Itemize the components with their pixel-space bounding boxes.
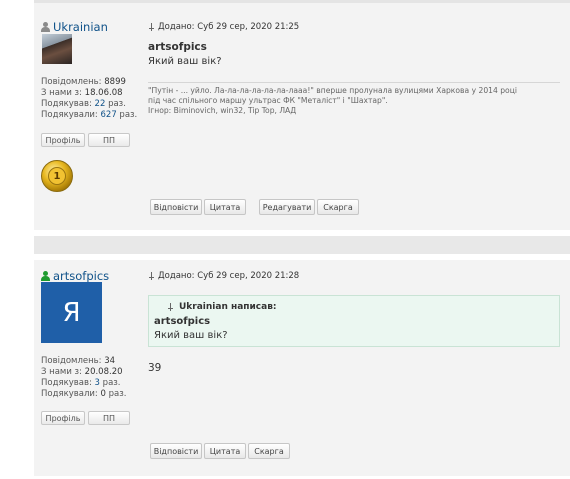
post-text: Який ваш вік? [148, 56, 222, 67]
profile-button[interactable]: Профіль [41, 133, 85, 147]
posts-label: Повідомлень: [41, 356, 102, 366]
joined-label: З нами з: [41, 367, 82, 377]
quote-text: Який ваш вік? [154, 330, 228, 341]
user-offline-icon [41, 22, 50, 32]
post-info: Додано: Суб 29 сер, 2020 21:28 [148, 271, 299, 281]
was-thanked-label: Подякували: [41, 110, 98, 120]
thanked-suffix: раз. [105, 99, 126, 109]
edit-button[interactable]: Редагувати [259, 199, 315, 215]
post-author[interactable]: artsofpics [41, 269, 109, 283]
avatar[interactable] [42, 34, 72, 64]
pm-button[interactable]: ПП [88, 133, 130, 147]
thanked-count-link[interactable]: 22 [95, 99, 106, 109]
signature-line: "Путін - ... уйло. Ла-ла-ла-ла-ла-ла-лаа… [148, 86, 517, 95]
joined-date: 18.06.08 [84, 88, 123, 98]
quote-button[interactable]: Цитата [204, 443, 246, 459]
author-stats: Повідомлень: 8899 З нами з: 18.06.08 Под… [41, 77, 137, 121]
report-button[interactable]: Скарга [317, 199, 359, 215]
author-stats: Повідомлень: 34 З нами з: 20.08.20 Подяк… [41, 356, 126, 400]
quote-source-icon[interactable] [167, 303, 174, 311]
posts-label: Повідомлень: [41, 77, 102, 87]
author-name[interactable]: artsofpics [53, 269, 109, 283]
author-name[interactable]: Ukrainian [53, 20, 108, 34]
pm-button[interactable]: ПП [88, 411, 130, 425]
posts-count: 34 [104, 356, 116, 366]
post-2: artsofpics Я Повідомлень: 34 З нами з: 2… [34, 260, 570, 476]
joined-label: З нами з: [41, 88, 82, 98]
post-divider [34, 0, 570, 3]
medal-icon: 1 [41, 160, 73, 192]
ignore-list: Ігнор: Biminovich, win32, Tip Top, ЛАД [148, 106, 297, 115]
user-online-icon [41, 271, 50, 281]
post-date: Додано: Суб 29 сер, 2020 21:25 [158, 22, 300, 32]
post-author[interactable]: Ukrainian [41, 20, 108, 34]
thanked-suffix: раз. [99, 378, 121, 388]
post-link-icon[interactable] [148, 23, 155, 31]
quote-title: artsofpics [154, 316, 211, 327]
post-info: Додано: Суб 29 сер, 2020 21:25 [148, 22, 299, 32]
post-separator [34, 236, 570, 254]
quote-block: Ukrainian написав: artsofpics Який ваш в… [148, 295, 560, 347]
report-button[interactable]: Скарга [248, 443, 290, 459]
was-thanked-label: Подякували: [41, 389, 98, 399]
quote-header: Ukrainian написав: [167, 302, 277, 312]
signature: "Путін - ... уйло. Ла-ла-ла-ла-ла-ла-лаа… [148, 82, 560, 116]
reply-button[interactable]: Відповісти [150, 199, 202, 215]
post-1: Ukrainian Повідомлень: 8899 З нами з: 18… [34, 0, 570, 230]
quote-author: Ukrainian написав: [179, 302, 277, 312]
reply-button[interactable]: Відповісти [150, 443, 202, 459]
was-thanked-count-link[interactable]: 627 [101, 110, 117, 120]
profile-button[interactable]: Профіль [41, 411, 85, 425]
joined-date: 20.08.20 [84, 367, 123, 377]
quote-button[interactable]: Цитата [204, 199, 246, 215]
post-title: artsofpics [148, 41, 207, 53]
post-date: Додано: Суб 29 сер, 2020 21:28 [158, 271, 300, 281]
post-text: 39 [148, 362, 162, 374]
thanked-label: Подякував: [41, 378, 92, 388]
posts-count: 8899 [104, 77, 126, 87]
post-link-icon[interactable] [148, 272, 155, 280]
medal-rank: 1 [48, 167, 66, 185]
was-thanked-suffix: раз. [105, 389, 127, 399]
signature-line: під час спільного маршу ультрас ФК "Мета… [148, 96, 388, 105]
avatar[interactable]: Я [41, 282, 102, 343]
was-thanked-suffix: раз. [116, 110, 138, 120]
thanked-label: Подякував: [41, 99, 92, 109]
